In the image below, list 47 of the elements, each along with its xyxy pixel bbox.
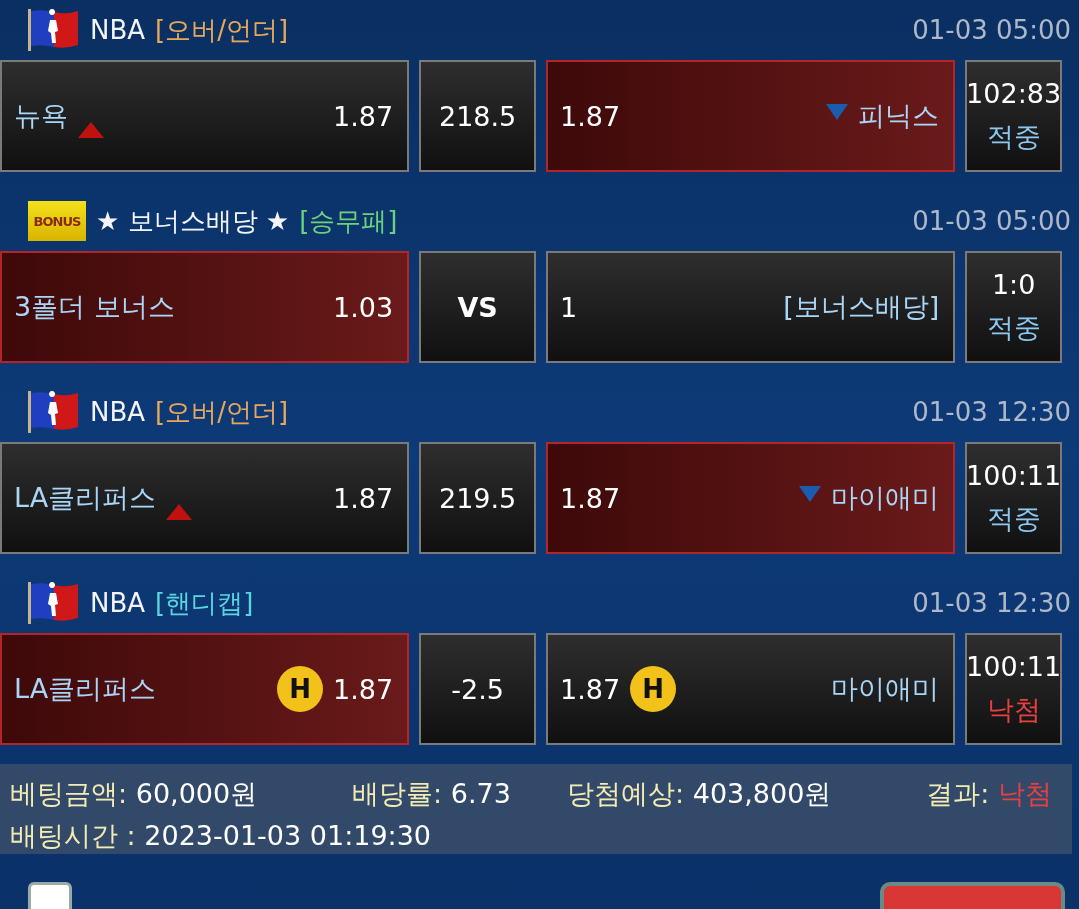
bet-time: 배팅시간 : 2023-01-03 01:19:30 (10, 819, 433, 853)
result-status: 적중 (986, 501, 1041, 536)
home-bet-button[interactable]: LA클리퍼스 1.87 (0, 442, 410, 554)
game-time: 01-03 05:00 (912, 206, 1071, 236)
line-cell: 218.5 (419, 60, 536, 172)
bet-type-tag: [핸디캡] (155, 585, 254, 621)
up-triangle-icon (166, 504, 193, 520)
final-score: 1:0 (991, 268, 1036, 300)
bet-type-tag: [오버/언더] (155, 12, 289, 48)
final-score: 100:11 (967, 650, 1060, 682)
down-triangle-icon (799, 486, 822, 502)
result-status: 적중 (986, 310, 1041, 345)
home-bet-button[interactable]: 3폴더 보너스 1.03 (0, 251, 410, 363)
away-bet-button[interactable]: 1.87 마이애미 (546, 442, 956, 554)
home-bet-button[interactable]: 뉴욕 1.87 (0, 60, 410, 172)
line-cell: 219.5 (419, 442, 536, 554)
away-bet-button[interactable]: 1.87 H 마이애미 (546, 633, 956, 745)
bonus-badge: BONUS (28, 201, 86, 241)
game-time: 01-03 12:30 (912, 588, 1071, 618)
final-score: 100:11 (967, 459, 1060, 491)
handicap-badge: H (630, 666, 677, 712)
up-triangle-icon (78, 122, 104, 138)
handicap-badge: H (277, 666, 324, 712)
league-flag-icon (28, 582, 80, 624)
result-status: 적중 (986, 119, 1041, 154)
away-bet-button[interactable]: 1 [보너스배당] (546, 251, 956, 363)
home-bet-button[interactable]: LA클리퍼스 H 1.87 (0, 633, 410, 745)
league-name: NBA (90, 15, 146, 45)
league-flag-icon (28, 9, 80, 51)
league-name: NBA (90, 397, 146, 427)
summary-item: 베팅금액: 60,000원 (10, 777, 259, 811)
line-cell: -2.5 (419, 633, 536, 745)
game-time: 01-03 05:00 (912, 15, 1071, 45)
result-status: 낙첨 (986, 692, 1041, 727)
summary-item: 결과: 낙첨 (926, 777, 1052, 811)
summary-item: 배당률: 6.73 (352, 777, 512, 811)
league-name: ★ 보너스배당 ★ (96, 204, 290, 238)
bet-type-tag: [승무패] (299, 203, 398, 239)
bet-type-tag: [오버/언더] (155, 394, 289, 430)
final-score: 102:83 (967, 77, 1060, 109)
line-cell: VS (419, 251, 536, 363)
summary-item: 당첨예상: 403,800원 (567, 777, 833, 811)
down-triangle-icon (826, 104, 849, 120)
league-name: NBA (90, 588, 146, 618)
game-time: 01-03 12:30 (912, 397, 1071, 427)
league-flag-icon (28, 391, 80, 433)
away-bet-button[interactable]: 1.87 피닉스 (546, 60, 956, 172)
